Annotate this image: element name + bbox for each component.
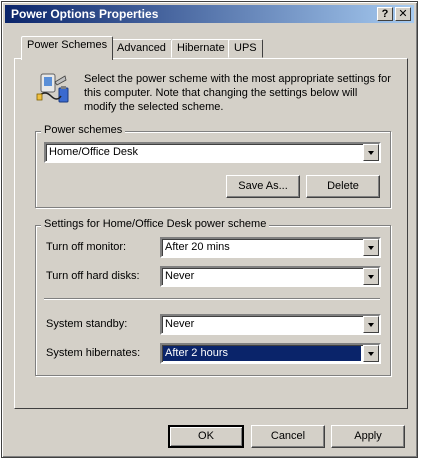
system-standby-select[interactable]: Never [160,314,381,335]
system-standby-value: Never [165,318,195,330]
apply-button[interactable]: Apply [331,425,405,448]
turn-off-monitor-value: After 20 mins [165,241,230,253]
power-scheme-value: Home/Office Desk [49,146,139,158]
title-bar[interactable]: Power Options Properties ? ✕ [5,5,414,23]
turn-off-hard-disks-value: Never [165,270,195,282]
system-hibernates-select[interactable]: After 2 hours [160,343,381,364]
power-scheme-select[interactable]: Home/Office Desk [44,142,381,163]
turn-off-monitor-label: Turn off monitor: [46,241,127,253]
power-schemes-group-label: Power schemes [41,124,126,136]
tab-advanced[interactable]: Advanced [111,39,172,58]
tab-ups[interactable]: UPS [228,39,263,58]
turn-off-hard-disks-select[interactable]: Never [160,266,381,287]
delete-button[interactable]: Delete [306,175,380,198]
chevron-down-icon[interactable] [363,268,379,285]
tab-power-schemes[interactable]: Power Schemes [21,36,114,60]
save-as-button[interactable]: Save As... [226,175,300,198]
turn-off-monitor-select[interactable]: After 20 mins [160,237,381,258]
chevron-down-icon[interactable] [363,144,379,161]
tab-hibernate[interactable]: Hibernate [171,39,231,58]
system-hibernates-label: System hibernates: [46,347,141,359]
cancel-button[interactable]: Cancel [251,425,325,448]
chevron-down-icon[interactable] [363,239,379,256]
power-scheme-icon [35,70,71,106]
settings-divider [44,298,380,300]
system-standby-label: System standby: [46,318,128,330]
chevron-down-icon[interactable] [363,345,379,362]
settings-group-label: Settings for Home/Office Desk power sche… [41,218,270,230]
system-hibernates-value: After 2 hours [163,346,361,361]
close-button[interactable]: ✕ [395,7,411,21]
help-button[interactable]: ? [377,7,393,21]
intro-description: Select the power scheme with the most ap… [84,73,391,113]
ok-button[interactable]: OK [168,425,244,448]
window-title: Power Options Properties [11,7,159,21]
chevron-down-icon[interactable] [363,316,379,333]
turn-off-hard-disks-label: Turn off hard disks: [46,270,140,282]
